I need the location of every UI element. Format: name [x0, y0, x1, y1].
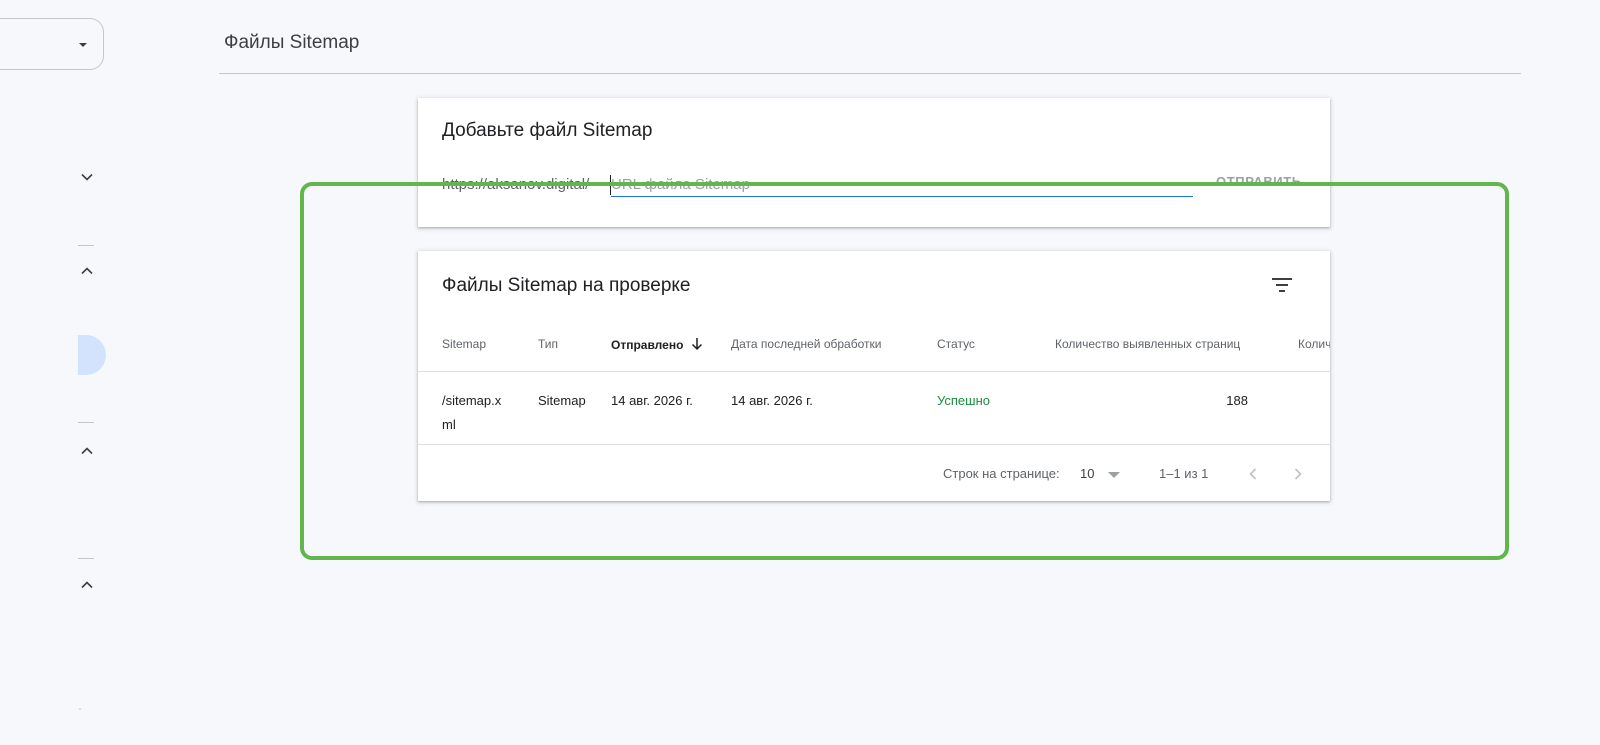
caret-down-icon[interactable] [1108, 472, 1120, 478]
chevron-up-icon[interactable] [80, 444, 94, 458]
nav-divider [78, 245, 94, 246]
column-header-discovered-pages[interactable]: Количество выявленных страниц [1055, 337, 1240, 351]
header-divider [418, 371, 1330, 372]
chevron-down-icon[interactable] [80, 170, 94, 184]
cell-sitemap-line2: ml [442, 417, 456, 432]
filter-icon[interactable] [1270, 273, 1294, 297]
submitted-sitemaps-title: Файлы Sitemap на проверке [442, 275, 691, 296]
cell-discovered-pages: 188 [1226, 393, 1248, 408]
cell-last-read: 14 авг. 2026 г. [731, 393, 813, 408]
page-title: Файлы Sitemap [224, 32, 360, 53]
cell-status: Успешно [937, 393, 990, 408]
chevron-right-icon[interactable] [1288, 464, 1308, 484]
add-sitemap-card: Добавьте файл Sitemap https://aksanov.di… [418, 98, 1330, 227]
row-divider [418, 444, 1330, 445]
column-header-type[interactable]: Тип [538, 337, 558, 351]
column-header-last-read[interactable]: Дата последней обработки [731, 337, 881, 351]
cell-submitted: 14 авг. 2026 г. [611, 393, 693, 408]
url-prefix: https://aksanov.digital/ [442, 176, 590, 193]
arrow-down-icon [691, 337, 703, 354]
column-header-sitemap[interactable]: Sitemap [442, 337, 486, 351]
add-sitemap-title: Добавьте файл Sitemap [442, 120, 653, 141]
text-cursor [610, 175, 611, 195]
cell-sitemap-line1: /sitemap.x [442, 393, 502, 408]
rows-per-page-select[interactable]: 10 [1080, 466, 1094, 481]
column-header-truncated[interactable]: Колич [1298, 337, 1330, 351]
nav-divider [78, 422, 94, 423]
chevron-left-icon[interactable] [1243, 464, 1263, 484]
sitemap-url-input[interactable] [611, 173, 1193, 197]
submitted-sitemaps-card: Файлы Sitemap на проверке Sitemap Тип От… [418, 251, 1330, 501]
chevron-up-icon[interactable] [80, 578, 94, 592]
chevron-up-icon[interactable] [80, 264, 94, 278]
column-header-submitted-label: Отправлено [611, 338, 684, 352]
nav-divider [78, 558, 94, 559]
property-selector-dropdown[interactable] [0, 18, 104, 70]
caret-down-icon [79, 43, 87, 47]
nav-item-active-indicator[interactable] [78, 335, 106, 375]
column-header-submitted[interactable]: Отправлено [611, 337, 703, 354]
pagination-range: 1–1 из 1 [1159, 466, 1209, 481]
column-header-status[interactable]: Статус [937, 337, 975, 351]
submit-button[interactable]: ОТПРАВИТЬ [1216, 174, 1302, 189]
rail-dot [79, 708, 81, 710]
cell-type: Sitemap [538, 393, 586, 408]
cell-sitemap[interactable]: /sitemap.x ml [442, 389, 501, 437]
title-divider [219, 73, 1521, 74]
rows-per-page-label: Строк на странице: [943, 466, 1060, 481]
